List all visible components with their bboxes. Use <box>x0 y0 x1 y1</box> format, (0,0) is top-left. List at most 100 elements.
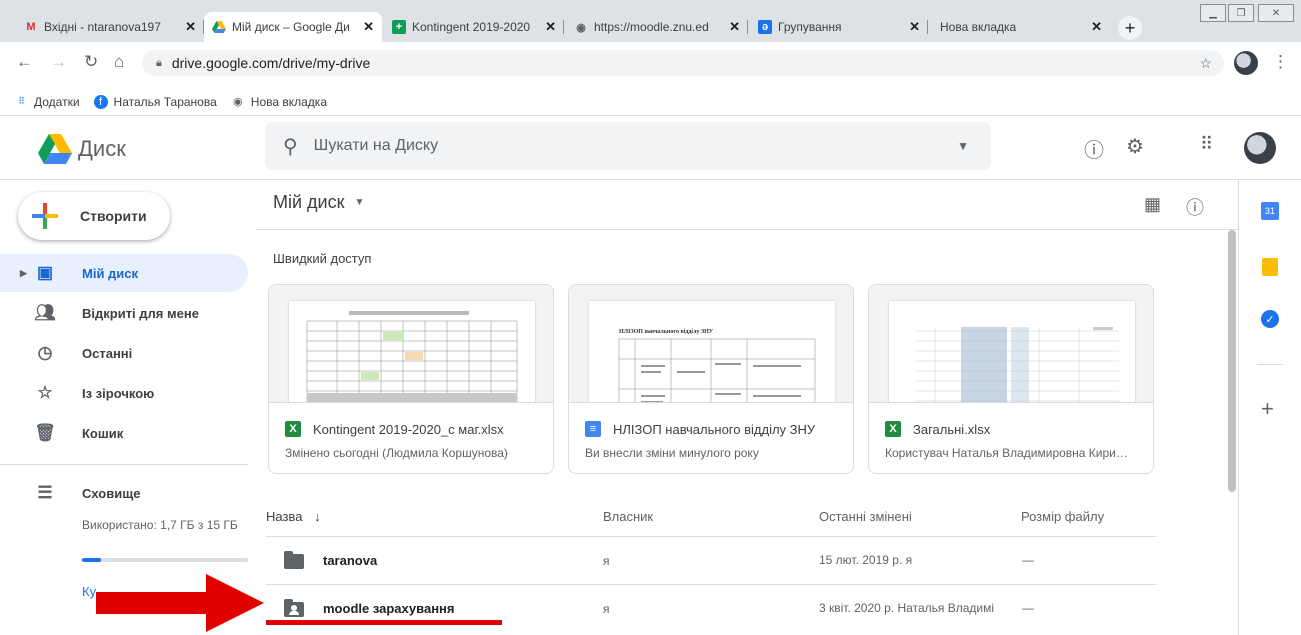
card-file-name: Загальні.xlsx <box>913 421 991 437</box>
sidebar-item-shared-with-me[interactable]: 👥︎ Відкриті для мене <box>0 294 248 332</box>
main-divider <box>256 229 1238 230</box>
help-icon[interactable]: ⓘ <box>1084 134 1104 163</box>
column-header-name[interactable]: Назва ↓ <box>266 509 321 524</box>
tasks-icon[interactable]: ✓ <box>1261 310 1279 328</box>
sort-arrow-down-icon[interactable]: ↓ <box>314 509 321 524</box>
shared-icon: 👥︎ <box>34 303 56 322</box>
file-row[interactable]: taranova я 15 лют. 2019 р. я — <box>266 536 1156 584</box>
info-icon[interactable]: ⓘ <box>1186 194 1204 220</box>
bookmark-new-tab[interactable]: ◉ Нова вкладка <box>231 95 327 109</box>
buy-storage-link[interactable]: Ку <box>82 584 96 599</box>
my-drive-icon: ▣ <box>36 263 54 282</box>
tab-title: Kontingent 2019-2020 <box>412 20 531 34</box>
quick-access-card[interactable]: X Kontingent 2019-2020_c маг.xlsx Змінен… <box>268 284 554 474</box>
bookmark-apps[interactable]: ⠿ Додатки <box>14 94 80 109</box>
bookmark-label: Додатки <box>34 94 80 109</box>
grid-view-icon[interactable]: ▦ <box>1144 194 1161 215</box>
card-file-name: Kontingent 2019-2020_c маг.xlsx <box>313 421 504 437</box>
column-header-size[interactable]: Розмір файлу <box>1021 509 1104 524</box>
bookmark-label: Наталья Таранова <box>113 94 217 109</box>
apps-grid-icon[interactable]: ⠿ <box>1200 134 1213 155</box>
plus-icon <box>32 203 58 229</box>
drive-brand[interactable]: Диск <box>78 136 126 162</box>
sidebar-item-trash[interactable]: 🗑︎ Кошик <box>0 414 248 452</box>
address-bar[interactable]: 🔒︎ drive.google.com/drive/my-drive ☆ <box>142 50 1224 76</box>
google-sheets-icon: + <box>392 20 406 34</box>
spreadsheet-preview <box>289 301 535 402</box>
folder-icon <box>284 551 304 569</box>
tab-gmail[interactable]: M Вхідні - ntaranova197 ✕ <box>16 12 204 42</box>
excel-icon: X <box>885 421 901 437</box>
card-title: ≡ НЛІЗОП навчального відділу ЗНУ <box>585 421 815 437</box>
tab-kontingent[interactable]: + Kontingent 2019-2020 ✕ <box>384 12 564 42</box>
storage-progress-bar <box>82 558 248 562</box>
drive-header: Диск ⚲ Шукати на Диску ▼ ⓘ ⚙ ⠿ <box>0 116 1301 180</box>
close-tab-icon[interactable]: ✕ <box>729 19 740 35</box>
new-tab-button[interactable]: + <box>1118 16 1142 40</box>
card-file-name: НЛІЗОП навчального відділу ЗНУ <box>613 421 816 437</box>
search-box[interactable]: ⚲ Шукати на Диску ▼ <box>265 122 991 170</box>
red-arrow-annotation <box>96 574 264 632</box>
globe-icon: ◉ <box>576 21 586 34</box>
close-tab-icon[interactable]: ✕ <box>363 19 374 35</box>
back-icon[interactable]: ← <box>16 52 33 72</box>
gear-icon[interactable]: ⚙ <box>1126 134 1144 159</box>
sidebar-item-storage[interactable]: ☰ Сховище <box>0 474 248 512</box>
bookmark-facebook[interactable]: f Наталья Таранова <box>93 94 217 109</box>
home-icon[interactable]: ⌂ <box>114 52 124 72</box>
card-subtitle: Змінено сьогодні (Людмила Коршунова) <box>285 446 508 460</box>
close-tab-icon[interactable]: ✕ <box>1091 19 1102 35</box>
search-icon[interactable]: ⚲ <box>283 134 298 159</box>
reload-icon[interactable]: ↻ <box>84 52 98 72</box>
minimize-icon[interactable]: ▁ <box>1200 4 1226 22</box>
facebook-icon: f <box>93 94 108 109</box>
add-addon-icon[interactable]: + <box>1261 396 1274 422</box>
sidebar-item-label: Сховище <box>82 485 141 501</box>
spreadsheet-preview <box>889 301 1135 402</box>
storage-used-text: Використано: 1,7 ГБ з 15 ГБ <box>82 518 238 532</box>
close-window-icon[interactable]: ✕ <box>1258 4 1294 22</box>
profile-avatar[interactable] <box>1234 51 1258 75</box>
bookmark-star-icon[interactable]: ☆ <box>1199 55 1212 72</box>
sidebar-item-recent[interactable]: ◷ Останні <box>0 334 248 372</box>
browser-tab-strip: M Вхідні - ntaranova197 ✕ Мій диск – Goo… <box>0 0 1301 42</box>
forward-icon[interactable]: → <box>50 52 67 72</box>
quick-access-card[interactable]: НЛІЗОП навчального відділу ЗНУ ≡ НЛІЗОП … <box>568 284 854 474</box>
google-drive-logo-icon[interactable] <box>38 134 72 164</box>
file-modified: 3 квіт. 2020 р. Наталья Владимі <box>819 601 995 615</box>
maximize-icon[interactable]: ❐ <box>1228 4 1254 22</box>
file-size: — <box>1022 601 1034 615</box>
sidebar-item-starred[interactable]: ☆ Із зірочкою <box>0 374 248 412</box>
sidebar-item-label: Кошик <box>82 425 124 441</box>
storage-icon: ☰ <box>37 483 53 502</box>
tab-moodle[interactable]: ◉ https://moodle.znu.ed ✕ <box>566 12 748 42</box>
search-input[interactable]: Шукати на Диску <box>314 137 957 155</box>
close-tab-icon[interactable]: ✕ <box>545 19 556 35</box>
tab-new[interactable]: Нова вкладка ✕ <box>932 12 1110 42</box>
close-tab-icon[interactable]: ✕ <box>909 19 920 35</box>
search-options-icon[interactable]: ▼ <box>957 139 969 153</box>
file-owner: я <box>603 554 610 568</box>
file-name: moodle зарахування <box>323 601 455 616</box>
tab-grouping[interactable]: ə Групування ✕ <box>750 12 928 42</box>
sidebar-divider <box>0 464 248 465</box>
expand-arrow-icon[interactable]: ▶ <box>20 268 27 279</box>
calendar-icon[interactable]: 31 <box>1261 202 1279 220</box>
quick-access-card[interactable]: X Загальні.xlsx Користувач Наталья Влади… <box>868 284 1154 474</box>
close-tab-icon[interactable]: ✕ <box>185 19 196 35</box>
column-header-modified[interactable]: Останні змінені <box>819 509 912 524</box>
side-panel-divider <box>1257 364 1283 365</box>
globe-icon: ◉ <box>232 96 243 108</box>
my-drive-dropdown[interactable]: Мій диск ▼ <box>273 192 364 213</box>
keep-icon[interactable] <box>1262 258 1278 276</box>
card-title: X Загальні.xlsx <box>885 421 990 437</box>
sidebar-item-my-drive[interactable]: ▶ ▣ Мій диск <box>0 254 248 292</box>
clock-icon: ◷ <box>37 343 53 362</box>
menu-icon[interactable]: ⋮ <box>1272 52 1289 72</box>
create-button[interactable]: Створити <box>18 192 170 240</box>
file-name: taranova <box>323 553 378 568</box>
column-header-owner[interactable]: Власник <box>603 509 653 524</box>
account-avatar[interactable] <box>1244 132 1276 164</box>
scrollbar[interactable] <box>1228 230 1236 492</box>
tab-google-drive[interactable]: Мій диск – Google Ди ✕ <box>204 12 382 42</box>
